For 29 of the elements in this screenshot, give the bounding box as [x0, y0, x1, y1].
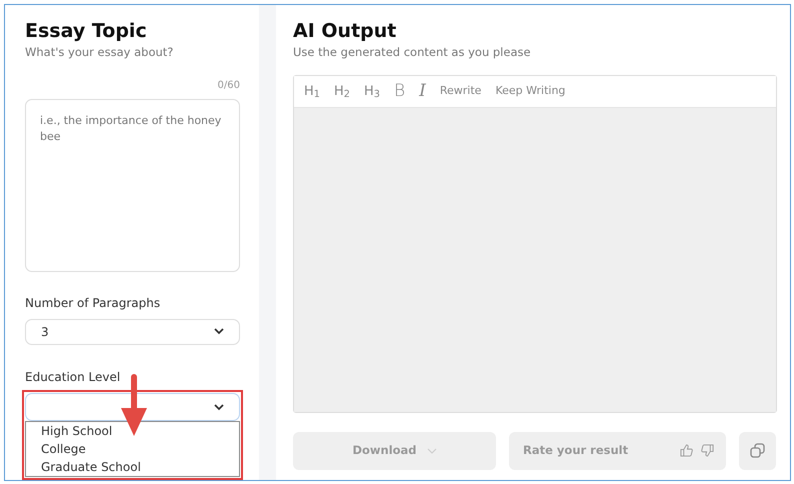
dropdown-option[interactable]: High School: [26, 422, 239, 440]
paragraphs-select[interactable]: 3: [25, 318, 240, 345]
down-arrow-icon: [119, 374, 149, 438]
character-counter: 0/60: [216, 78, 240, 93]
heading-button[interactable]: H$_{3}$: [364, 82, 380, 102]
topic-input-field[interactable]: i.e., the importance of the honey bee: [25, 98, 240, 272]
field-label: Education Level: [25, 369, 122, 386]
heading-button[interactable]: H$_{2}$: [334, 82, 350, 102]
dropdown-option[interactable]: College: [26, 440, 239, 458]
bold-button[interactable]: B: [394, 78, 406, 104]
section-subtitle: What's your essay about?: [25, 44, 174, 61]
rating-prompt: Rate your result: [523, 442, 628, 460]
heading-button[interactable]: H$_{1}$: [304, 82, 320, 102]
section-title: Essay Topic: [25, 19, 148, 44]
chevron-down-icon: [426, 448, 437, 454]
dropdown-option[interactable]: Graduate School: [26, 458, 239, 476]
thumbs-down-icon[interactable]: [701, 444, 714, 458]
chevron-down-icon: [214, 404, 224, 410]
section-subtitle: Use the generated content as you please: [293, 44, 532, 61]
download-button[interactable]: Download: [293, 432, 496, 470]
field-label: Number of Paragraphs: [25, 294, 162, 312]
toolbar-button[interactable]: Keep Writing: [495, 83, 566, 100]
copy-icon[interactable]: [739, 432, 776, 470]
thumbs-up-icon[interactable]: [680, 444, 693, 458]
chevron-down-icon: [214, 328, 224, 336]
section-title: AI Output: [293, 19, 398, 44]
italic-button[interactable]: I: [419, 78, 426, 104]
education-select[interactable]: [25, 393, 240, 421]
toolbar-button[interactable]: Rewrite: [440, 83, 482, 100]
